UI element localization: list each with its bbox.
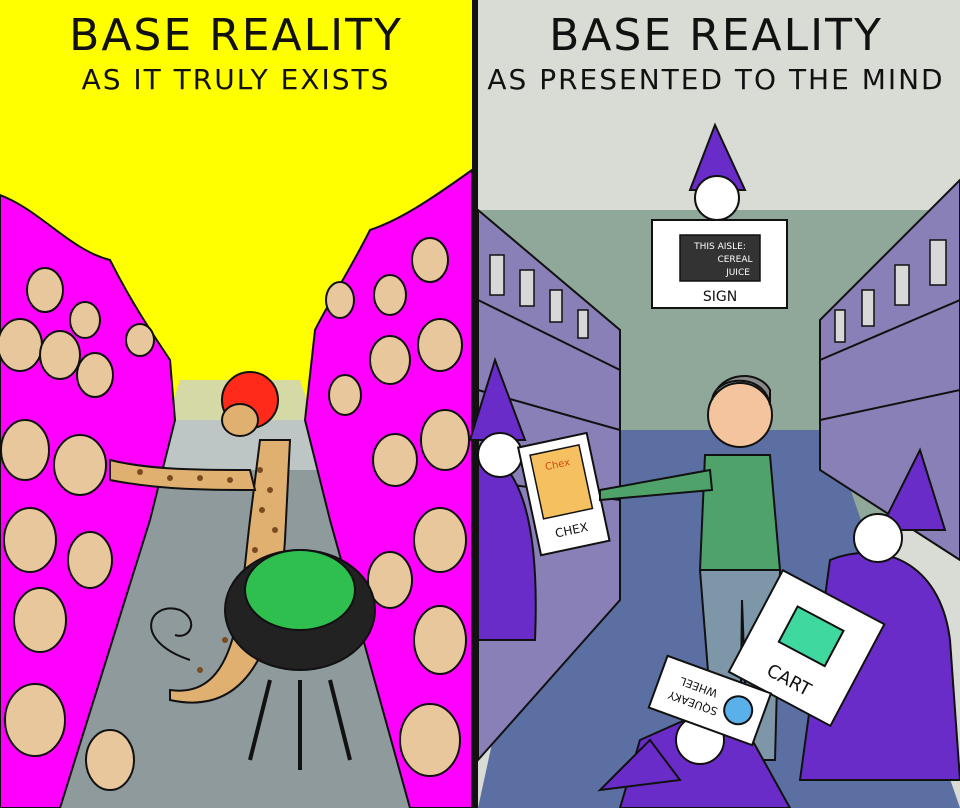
sign-label: SIGN xyxy=(703,289,737,305)
comic-drawing: THIS AISLE: CEREAL JUICE SIGN Chex CHEX xyxy=(0,0,960,808)
right-panel-subtitle: AS PRESENTED TO THE MIND xyxy=(487,63,945,96)
left-panel xyxy=(0,0,473,808)
right-panel-heading: BASE REALITY AS PRESENTED TO THE MIND xyxy=(480,10,952,98)
comic: THIS AISLE: CEREAL JUICE SIGN Chex CHEX xyxy=(0,0,960,808)
left-panel-subtitle: AS IT TRULY EXISTS xyxy=(81,63,391,96)
right-panel-title: BASE REALITY xyxy=(549,10,883,61)
sign-screen-line3: JUICE xyxy=(725,268,750,278)
left-panel-heading: BASE REALITY AS IT TRULY EXISTS xyxy=(0,10,472,98)
right-panel: THIS AISLE: CEREAL JUICE SIGN Chex CHEX xyxy=(468,0,960,808)
sign-screen-line2: CEREAL xyxy=(717,255,752,265)
sign-screen-line1: THIS AISLE: xyxy=(693,242,746,252)
left-panel-title: BASE REALITY xyxy=(69,10,403,61)
